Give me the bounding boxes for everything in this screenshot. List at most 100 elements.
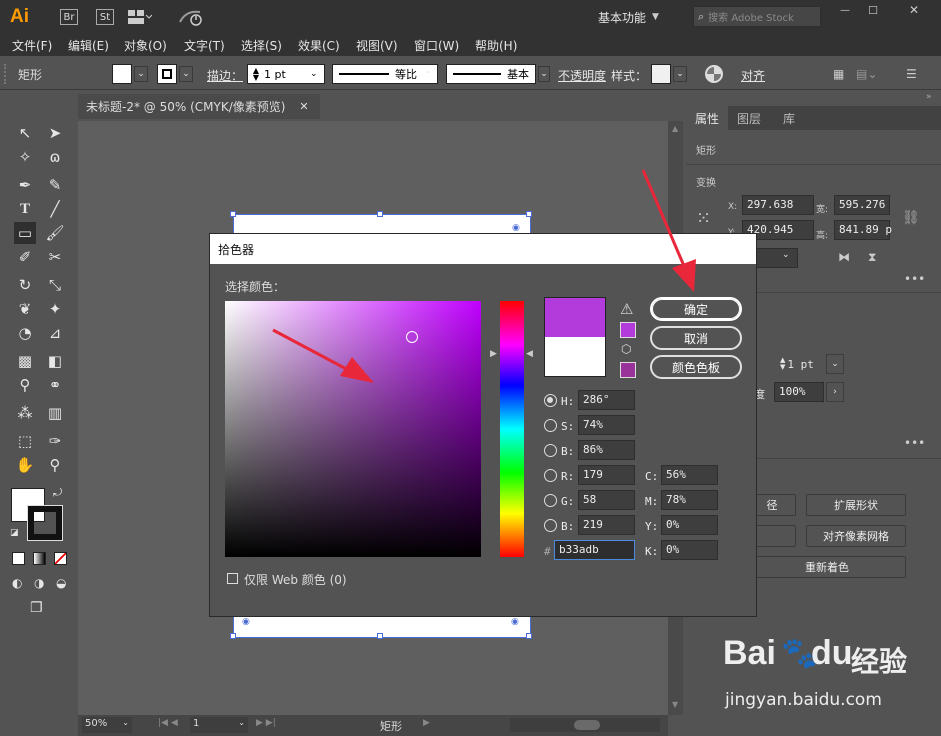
hue-slider-right-handle-icon[interactable]: ◀: [526, 349, 533, 359]
blend-tool-icon[interactable]: ⚭: [44, 374, 66, 396]
type-tool-icon[interactable]: T: [14, 198, 36, 220]
hue-slider-left-handle-icon[interactable]: ▶: [490, 349, 497, 359]
eyedropper-tool-icon[interactable]: ⚲: [14, 374, 36, 396]
column-graph-tool-icon[interactable]: ▥: [44, 402, 66, 424]
scale-tool-icon[interactable]: ⤡: [44, 274, 66, 296]
align-label[interactable]: 对齐: [741, 67, 765, 84]
perspective-grid-tool-icon[interactable]: ⊿: [44, 322, 66, 344]
stroke-chevron-icon[interactable]: ⌄: [179, 66, 193, 82]
red-radio[interactable]: [544, 469, 557, 482]
fill-swatch[interactable]: [112, 64, 132, 84]
maximize-button[interactable]: ☐: [860, 0, 886, 20]
tab-properties[interactable]: 属性: [686, 106, 728, 130]
out-of-gamut-warning-icon[interactable]: ⚠: [620, 300, 633, 318]
rectangle-tool-icon[interactable]: ▭: [14, 222, 36, 244]
paintbrush-tool-icon[interactable]: 🖌: [44, 222, 66, 244]
corner-widget-icon[interactable]: ◉: [512, 223, 520, 233]
swap-fill-stroke-icon[interactable]: ⤾: [53, 486, 62, 500]
stroke-swatch[interactable]: [157, 64, 177, 84]
more-options-icon[interactable]: •••: [904, 436, 925, 450]
symbol-sprayer-tool-icon[interactable]: ⁂: [14, 402, 36, 424]
blue-radio[interactable]: [544, 519, 557, 532]
x-field[interactable]: 297.638: [742, 195, 814, 215]
web-safe-warning-icon[interactable]: ⬡: [621, 342, 631, 356]
opacity-arrow[interactable]: ›: [826, 382, 844, 402]
selection-handle[interactable]: [377, 633, 383, 639]
more-options-icon[interactable]: •••: [904, 272, 925, 286]
fill-chevron-icon[interactable]: ⌄: [134, 66, 148, 82]
minimize-button[interactable]: —: [832, 0, 858, 20]
lasso-tool-icon[interactable]: ɷ: [44, 146, 66, 168]
selection-tool-icon[interactable]: ↖: [14, 122, 36, 144]
brightness-field[interactable]: 86%: [578, 440, 635, 460]
close-tab-icon[interactable]: ✕: [299, 100, 308, 113]
menu-select[interactable]: 选择(S): [241, 37, 298, 54]
draw-normal-icon[interactable]: ◐: [12, 576, 22, 590]
scissors-tool-icon[interactable]: ✂: [44, 246, 66, 268]
stroke-label[interactable]: 描边：: [207, 67, 243, 84]
rotate-tool-icon[interactable]: ↻: [14, 274, 36, 296]
stock-button[interactable]: St: [96, 9, 114, 25]
zoom-tool-icon[interactable]: ⚲: [44, 454, 66, 476]
web-colors-checkbox[interactable]: [227, 573, 238, 584]
scroll-up-icon[interactable]: ▲: [672, 124, 678, 133]
original-color-swatch[interactable]: [544, 337, 606, 377]
flip-horizontal-icon[interactable]: ⧓: [838, 250, 850, 264]
shaper-tool-icon[interactable]: ✐: [14, 246, 36, 268]
red-field[interactable]: 179: [578, 465, 635, 485]
height-field[interactable]: 841.89 p: [834, 220, 892, 240]
menu-file[interactable]: 文件(F): [12, 37, 68, 54]
style-chevron-icon[interactable]: ⌄: [673, 66, 687, 82]
search-box[interactable]: ⌕ 搜索 Adobe Stock: [693, 6, 821, 27]
draw-inside-icon[interactable]: ◒: [56, 576, 66, 590]
artboard-tool-icon[interactable]: ⬚: [14, 430, 36, 452]
scroll-down-icon[interactable]: ▼: [672, 700, 678, 709]
menu-help[interactable]: 帮助(H): [475, 37, 531, 54]
mesh-tool-icon[interactable]: ▩: [14, 350, 36, 372]
hue-radio[interactable]: [544, 394, 557, 407]
menu-window[interactable]: 窗口(W): [414, 37, 475, 54]
none-mode-icon[interactable]: [54, 552, 67, 565]
selection-handle[interactable]: [230, 633, 236, 639]
corner-widget-icon[interactable]: ◉: [242, 617, 250, 627]
menu-view[interactable]: 视图(V): [356, 37, 414, 54]
last-artboard-icon[interactable]: ▶ ▶|: [256, 718, 276, 728]
curvature-tool-icon[interactable]: ✎: [44, 174, 66, 196]
reference-point-icon[interactable]: ⁙: [696, 208, 711, 229]
hue-slider[interactable]: [500, 301, 524, 557]
shape-builder-tool-icon[interactable]: ◔: [14, 322, 36, 344]
gpu-performance-icon[interactable]: [178, 8, 204, 26]
brightness-radio[interactable]: [544, 444, 557, 457]
flip-vertical-icon[interactable]: ⧗: [868, 250, 876, 265]
blue-field[interactable]: 219: [578, 515, 635, 535]
workspace-switcher[interactable]: 基本功能 ▼: [598, 8, 682, 26]
slice-tool-icon[interactable]: ✑: [44, 430, 66, 452]
align-pixel-grid-button[interactable]: 对齐像素网格: [806, 525, 906, 547]
magenta-field[interactable]: 78%: [661, 490, 718, 510]
spinner-icon[interactable]: ▲ ▼: [248, 67, 264, 82]
transform-grid-icon[interactable]: ▦: [833, 67, 844, 81]
color-field[interactable]: [225, 301, 481, 557]
stroke-weight-field[interactable]: 1 pt: [787, 358, 814, 371]
green-field[interactable]: 58: [578, 490, 635, 510]
warp-tool-icon[interactable]: ❦: [14, 298, 36, 320]
close-window-button[interactable]: ✕: [894, 0, 934, 20]
menu-effect[interactable]: 效果(C): [298, 37, 356, 54]
color-mode-icon[interactable]: [12, 552, 25, 565]
yellow-field[interactable]: 0%: [661, 515, 718, 535]
link-proportions-icon[interactable]: ⛓: [902, 210, 920, 226]
cancel-button[interactable]: 取消: [650, 326, 742, 350]
hand-tool-icon[interactable]: ✋: [14, 454, 36, 476]
selection-handle[interactable]: [526, 211, 532, 217]
hex-field[interactable]: b33adb: [554, 540, 635, 560]
artboard-rectangle-bottom[interactable]: ◉ ◉: [230, 614, 532, 639]
bridge-button[interactable]: Br: [60, 9, 78, 25]
default-colors-icon[interactable]: ◪: [10, 528, 19, 538]
rotate-chevron-icon[interactable]: ⌄: [782, 250, 790, 260]
green-radio[interactable]: [544, 494, 557, 507]
cyan-field[interactable]: 56%: [661, 465, 718, 485]
color-field-cursor[interactable]: [406, 331, 418, 343]
status-menu-icon[interactable]: ▶: [423, 718, 430, 728]
width-field[interactable]: 595.276: [834, 195, 890, 215]
saturation-radio[interactable]: [544, 419, 557, 432]
